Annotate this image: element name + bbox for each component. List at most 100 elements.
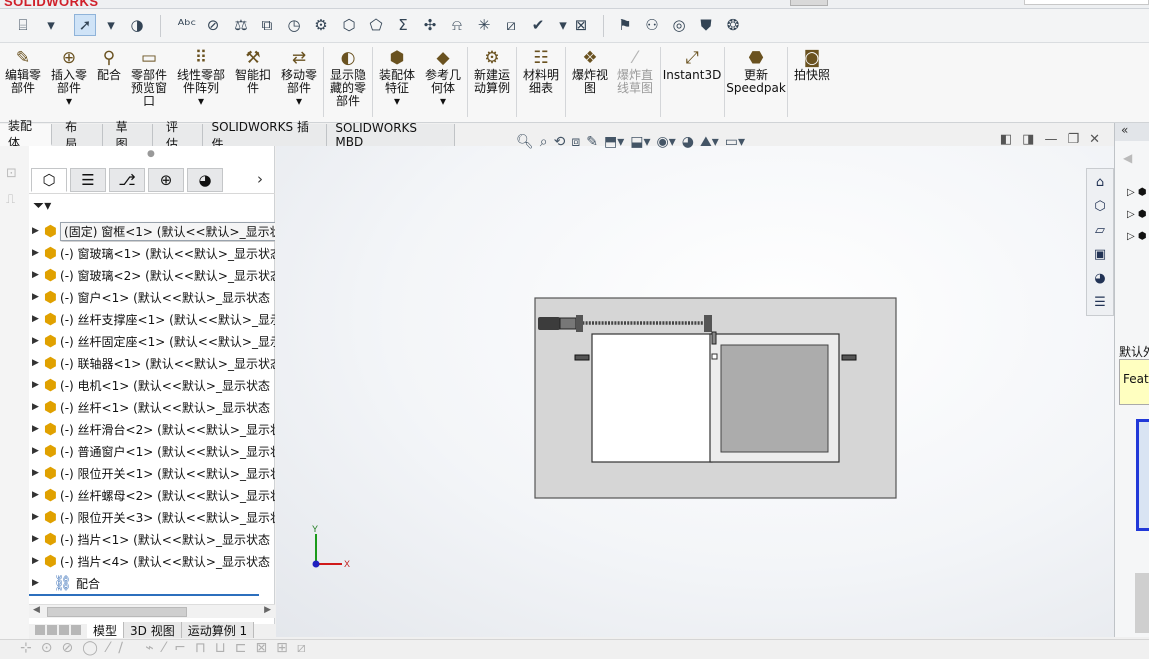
move-component-button[interactable]: ⇄ 移动零 部件 ▾	[278, 47, 320, 108]
smart-fasteners-button[interactable]: ⚒ 智能扣 件	[232, 47, 274, 95]
tab-assembly[interactable]: 装配体	[0, 119, 53, 150]
tile-left-icon[interactable]: ◧	[1000, 132, 1012, 147]
file-explorer-icon[interactable]: ▱	[1088, 219, 1112, 241]
linear-pattern-button[interactable]: ⠿ 线性零部 件阵列 ▾	[174, 47, 228, 108]
restore-icon[interactable]: ❐	[1067, 132, 1079, 147]
tree-item[interactable]: ▶⬢(-) 限位开关<1> (默认<<默认>_显示状态 1>)	[29, 462, 275, 484]
expand-arrow-icon[interactable]: ▶	[32, 380, 39, 390]
expand-arrow-icon[interactable]: ▶	[32, 402, 39, 412]
hole-alignment-icon[interactable]: ⚙	[310, 14, 332, 36]
tree-item[interactable]: ▶ ⬢ (-) 电机<1> (默认<<默认>_显示状态 1>)	[29, 374, 275, 396]
tree-item[interactable]: ▶ ⬢ (-) 丝杆<1> (默认<<默认>_显示状态 1>)	[29, 396, 275, 418]
tree-item[interactable]: ▶⬢(-) 丝杆固定座<1> (默认<<默认>_显示状态 1>)	[29, 330, 275, 352]
appearance-icon[interactable]: ◑	[126, 14, 148, 36]
tree-item[interactable]: ▶⬢(-) 窗玻璃<1> (默认<<默认>_显示状态 1>)	[29, 242, 275, 264]
expand-arrow-icon[interactable]: ▶	[32, 556, 39, 566]
limit-switch-left[interactable]	[574, 354, 590, 361]
tab-navigation-buttons[interactable]	[29, 622, 87, 638]
graphics-area[interactable]: 🔍︎ ⌕ ⟲ ⧈ ✎ ⬒▾ ⬓▾ ◉▾ ◕ ⛰▾ ▭▾ ◧ ◨ — ❐ ✕ Y …	[276, 132, 1114, 637]
expand-arrow-icon[interactable]: ▶	[32, 534, 39, 544]
screw-support-seat[interactable]	[704, 315, 712, 332]
performance-icon[interactable]: ⧄	[500, 14, 522, 36]
check-icon[interactable]: ⬠	[365, 14, 387, 36]
expand-arrow-icon[interactable]: ▶	[32, 336, 39, 346]
tree-item[interactable]: ▶⬢(-) 联轴器<1> (默认<<默认>_显示状态 1>)	[29, 352, 275, 374]
limit-switch-right[interactable]	[841, 354, 857, 361]
stopper-block[interactable]	[711, 353, 718, 360]
part-library-icon[interactable]: ⬡	[1088, 195, 1112, 217]
tree-item[interactable]: ▶⬢(-) 丝杆支撑座<1> (默认<<默认>_显示状态 1>)	[29, 308, 275, 330]
tab-solidworks-addins[interactable]: SOLIDWORKS 插件	[203, 120, 328, 151]
explode-line-sketch-button[interactable]: ⁄ 爆炸直 线草图	[614, 47, 656, 95]
expand-arrow-icon[interactable]: ▶	[32, 358, 39, 368]
interference-icon[interactable]: ⊘	[202, 14, 224, 36]
property-manager-tab-icon[interactable]: ☰	[70, 168, 106, 192]
expand-arrow-icon[interactable]: ▶	[32, 512, 39, 522]
assembly-feature-button[interactable]: ⬢ 装配体 特征 ▾	[376, 47, 418, 108]
edit-component-button[interactable]: ✎ 编辑零 部件	[4, 47, 42, 95]
measure-icon[interactable]: ◷	[283, 14, 305, 36]
sum-icon[interactable]: Σ	[392, 14, 414, 36]
tree-item[interactable]: ▶ ⬢ (-) 挡片<1> (默认<<默认>_显示状态 1>)	[29, 528, 275, 550]
tab-sketch[interactable]: 草图	[102, 120, 154, 151]
home-icon[interactable]: ⌂	[1088, 171, 1112, 193]
show-hidden-components-button[interactable]: ◐ 显示隐 藏的零 部件	[327, 47, 369, 108]
dimxpert-tab-icon[interactable]: ⊕	[148, 168, 184, 192]
filter-icon[interactable]: ⏷▾	[33, 198, 51, 214]
tree-item[interactable]: ▶⬢(-) 窗玻璃<2> (默认<<默认>_显示状态 1>)	[29, 264, 275, 286]
task-pane-thumbnail[interactable]	[1135, 573, 1149, 633]
insert-component-button[interactable]: ⊕ 插入零 部件 ▾	[48, 47, 90, 108]
window-pane-left[interactable]	[591, 333, 713, 463]
section-properties-icon[interactable]: ⧉	[256, 14, 278, 36]
coupling[interactable]	[559, 317, 577, 330]
tree-item[interactable]: ▶⬢(-) 普通窗户<1> (默认<<默认>_显示状态 1>)	[29, 440, 275, 462]
tree-item-mates[interactable]: ▶ ⛓ 配合	[29, 572, 275, 594]
mass-properties-icon[interactable]: ⚖	[230, 14, 252, 36]
excel-icon[interactable]: ⊠	[570, 14, 592, 36]
top-chip[interactable]	[790, 0, 828, 6]
expand-arrow-icon[interactable]: ▶	[32, 468, 39, 478]
splitter-handle[interactable]: ●	[147, 149, 155, 159]
tab-evaluate[interactable]: 评估	[153, 120, 204, 151]
settings-wheel-icon[interactable]: ❂	[722, 14, 744, 36]
options-icon[interactable]: ⌸	[12, 14, 34, 36]
large-assembly-icon[interactable]: ✳	[473, 14, 495, 36]
dropdown-icon[interactable]: ▾	[40, 14, 62, 36]
take-snapshot-button[interactable]: ◙ 拍快照	[791, 47, 833, 82]
expand-arrow-icon[interactable]: ▶	[32, 446, 39, 456]
mate-button[interactable]: ⚲ 配合	[94, 47, 124, 82]
tab-solidworks-mbd[interactable]: SOLIDWORKS MBD	[327, 121, 455, 149]
expand-arrow-icon[interactable]: ▶	[32, 490, 39, 500]
sensor-icon[interactable]: ⍾	[446, 14, 468, 36]
expand-arrow-icon[interactable]: ▶	[32, 292, 39, 302]
model-viewport[interactable]: Y X	[276, 146, 1114, 637]
expand-arrow-icon[interactable]: ▶	[32, 248, 39, 258]
tree-item[interactable]: ▶⬢(-) 丝杆螺母<2> (默认<<默认>_显示状态 1>)	[29, 484, 275, 506]
scroll-thumb[interactable]	[47, 607, 187, 617]
component-preview-button[interactable]: ▭ 零部件 预览窗 口	[128, 47, 170, 108]
instant3d-button[interactable]: ⤢ Instant3D	[663, 47, 722, 82]
custom-properties-icon[interactable]: ☰	[1088, 291, 1112, 313]
scroll-left-icon[interactable]: ◀	[33, 605, 40, 615]
window-glass[interactable]	[720, 344, 829, 453]
select-pointer-icon[interactable]: ➚	[74, 14, 96, 36]
configuration-manager-tab-icon[interactable]: ⎇	[109, 168, 145, 192]
tree-item[interactable]: ▶ ⬢ (-) 窗户<1> (默认<<默认>_显示状态 1>)	[29, 286, 275, 308]
tab-motion-study[interactable]: 运动算例 1	[181, 622, 255, 638]
clearance-icon[interactable]: ✣	[419, 14, 441, 36]
appearances-icon[interactable]: ◕	[1088, 267, 1112, 289]
task-pane-collapse[interactable]: «	[1115, 123, 1149, 141]
exploded-view-button[interactable]: ❖ 爆炸视 图	[569, 47, 611, 95]
bom-button[interactable]: ☷ 材料明 细表	[520, 47, 562, 95]
tree-item[interactable]: ▶⬢(固定) 窗框<1> (默认<<默认>_显示状态 1>)	[29, 220, 275, 242]
expand-arrow-icon[interactable]: ▶	[32, 226, 39, 236]
assembly-visualization-icon[interactable]: ⬡	[338, 14, 360, 36]
chevron-right-icon[interactable]: ›	[257, 170, 263, 188]
tab-model[interactable]: 模型	[87, 622, 125, 638]
view-palette-icon[interactable]: ▣	[1088, 243, 1112, 265]
update-speedpak-button[interactable]: ⬣ 更新 Speedpak	[726, 47, 786, 95]
scroll-right-icon[interactable]: ▶	[264, 605, 271, 615]
tab-layout[interactable]: 布局	[52, 120, 103, 151]
approve-icon[interactable]: ◎	[668, 14, 690, 36]
tab-3d-view[interactable]: 3D 视图	[124, 622, 182, 638]
